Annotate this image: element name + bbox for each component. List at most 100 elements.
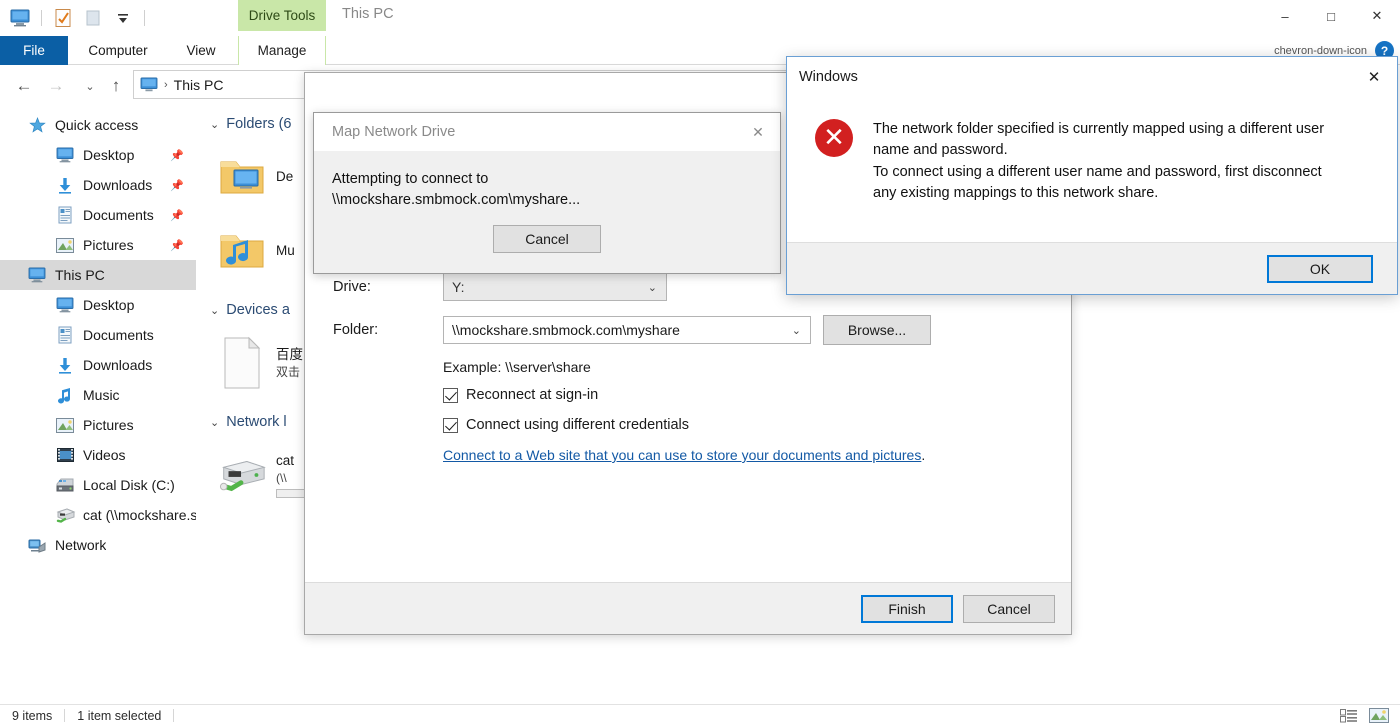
pictures-icon <box>54 415 76 435</box>
error-icon: ✕ <box>815 119 853 157</box>
details-view-icon[interactable] <box>1338 707 1360 725</box>
sidebar-item-documents[interactable]: Documents <box>0 320 196 350</box>
title-bar: Drive Tools This PC – □ ✕ <box>0 0 1400 36</box>
sidebar-item-label: Downloads <box>83 177 153 193</box>
credentials-checkbox[interactable] <box>443 417 458 433</box>
sidebar-item-cat-mockshare-sr[interactable]: cat (\\mockshare.sr <box>0 500 196 530</box>
videos-icon <box>54 445 76 465</box>
progress-dialog-message: Attempting to connect to \\mockshare.smb… <box>314 151 780 211</box>
folder-input-value: \\mockshare.smbmock.com\myshare <box>452 322 680 338</box>
sidebar-item-documents[interactable]: Documents 📌 <box>0 200 196 230</box>
sidebar-item-music[interactable]: Music <box>0 380 196 410</box>
progress-cancel-button[interactable]: Cancel <box>493 225 601 254</box>
reconnect-checkbox[interactable] <box>443 387 458 403</box>
quick-access-toolbar <box>8 4 148 32</box>
close-button[interactable]: ✕ <box>1354 0 1400 32</box>
list-item-name: 百度 <box>276 346 303 362</box>
documents-icon <box>54 205 76 225</box>
tab-manage[interactable]: Manage <box>238 36 326 65</box>
wizard-footer: Finish Cancel <box>305 582 1071 634</box>
window-title: This PC <box>342 6 394 22</box>
list-item-sub: 双击 <box>276 365 301 380</box>
up-button[interactable]: ↑ <box>104 74 128 98</box>
sidebar-item-pictures[interactable]: Pictures 📌 <box>0 230 196 260</box>
forward-button[interactable]: → <box>44 74 68 98</box>
web-link-period: . <box>921 447 926 463</box>
sidebar-item-label: This PC <box>55 267 105 283</box>
tab-file[interactable]: File <box>0 36 68 65</box>
status-divider-2 <box>173 709 175 722</box>
chevron-down-icon[interactable]: ⌄ <box>210 416 219 429</box>
pin-icon[interactable]: 📌 <box>170 209 184 222</box>
sidebar-item-downloads[interactable]: Downloads <box>0 350 196 380</box>
pin-icon[interactable]: 📌 <box>170 149 184 162</box>
this-pc-icon[interactable] <box>8 6 32 30</box>
sidebar-item-label: Quick access <box>55 117 139 133</box>
close-icon[interactable]: ✕ <box>736 113 780 151</box>
customize-dropdown-icon[interactable] <box>111 6 135 30</box>
browse-button[interactable]: Browse... <box>823 315 931 345</box>
sidebar-item-desktop[interactable]: Desktop <box>0 290 196 320</box>
desktop-folder-icon <box>216 151 268 203</box>
error-dialog-footer: OK <box>787 242 1397 294</box>
pin-icon[interactable]: 📌 <box>170 179 184 192</box>
error-message-line3: To connect using a different user name a… <box>873 163 1322 180</box>
back-button[interactable]: ← <box>12 74 36 98</box>
error-message-line1: The network folder specified is currentl… <box>873 121 1325 137</box>
sidebar-item-pictures[interactable]: Pictures <box>0 410 196 440</box>
sidebar-item-this-pc[interactable]: This PC <box>0 260 196 290</box>
status-item-count: 9 items <box>12 708 53 723</box>
breadcrumb-path[interactable]: This PC <box>174 77 224 93</box>
chevron-down-icon[interactable]: ⌄ <box>210 118 219 131</box>
sidebar-item-downloads[interactable]: Downloads 📌 <box>0 170 196 200</box>
list-item-label: 百度 双击 <box>276 346 303 380</box>
folder-input[interactable]: \\mockshare.smbmock.com\myshare ⌄ <box>443 316 811 344</box>
reconnect-checkbox-row[interactable]: Reconnect at sign-in <box>443 387 1051 403</box>
ok-button[interactable]: OK <box>1267 254 1373 283</box>
drive-select[interactable]: Y: ⌄ <box>443 273 667 301</box>
recent-locations-button[interactable]: ⌄ <box>78 74 102 98</box>
tab-view[interactable]: View <box>170 36 232 65</box>
chevron-down-icon[interactable]: chevron-down-icon <box>1274 45 1367 57</box>
chevron-down-icon[interactable]: ⌄ <box>648 281 657 294</box>
generic-file-icon <box>216 336 268 389</box>
progress-dialog-title-bar: Map Network Drive ✕ <box>314 113 780 151</box>
sidebar-item-videos[interactable]: Videos <box>0 440 196 470</box>
status-bar: 9 items 1 item selected <box>0 704 1400 726</box>
sidebar-item-local-disk-c[interactable]: Local Disk (C:) <box>0 470 196 500</box>
error-dialog-title: Windows <box>799 69 858 85</box>
sidebar-item-label: Music <box>83 387 120 403</box>
wizard-cancel-button[interactable]: Cancel <box>963 594 1055 623</box>
pin-icon[interactable]: 📌 <box>170 239 184 252</box>
music-folder-icon <box>216 225 268 277</box>
chevron-down-icon[interactable]: ⌄ <box>792 324 801 337</box>
large-icons-view-icon[interactable] <box>1368 707 1390 725</box>
tab-computer[interactable]: Computer <box>68 36 168 65</box>
properties-icon[interactable] <box>51 6 75 30</box>
folder-label: Folder: <box>333 322 379 338</box>
group-header-label: Devices a <box>226 302 290 318</box>
group-header-label: Folders (6 <box>226 116 292 132</box>
network-drive-icon <box>54 505 76 525</box>
maximize-button[interactable]: □ <box>1308 0 1354 32</box>
desktop-icon <box>54 145 76 165</box>
list-item-label: De <box>276 168 294 184</box>
sidebar-item-label: cat (\\mockshare.sr <box>83 507 196 523</box>
folder-row: Folder: \\mockshare.smbmock.com\myshare … <box>333 315 1051 345</box>
desktop-icon <box>54 295 76 315</box>
minimize-button[interactable]: – <box>1262 0 1308 32</box>
finish-button[interactable]: Finish <box>861 594 953 623</box>
sidebar-item-desktop[interactable]: Desktop 📌 <box>0 140 196 170</box>
web-site-link[interactable]: Connect to a Web site that you can use t… <box>443 447 921 463</box>
close-icon[interactable]: ✕ <box>1351 57 1397 97</box>
chevron-down-icon[interactable]: ⌄ <box>210 304 219 317</box>
sidebar-item-quick-access[interactable]: Quick access <box>0 110 196 140</box>
error-message-line2: name and password. <box>873 142 1008 159</box>
toolbar-divider <box>41 10 42 26</box>
sidebar-item-label: Downloads <box>83 357 153 373</box>
credentials-checkbox-row[interactable]: Connect using different credentials <box>443 417 1051 433</box>
sidebar-item-network[interactable]: Network <box>0 530 196 560</box>
progress-message-line1: Attempting to connect to <box>332 171 489 187</box>
new-folder-icon[interactable] <box>81 6 105 30</box>
list-item-label: Mu <box>276 242 295 258</box>
